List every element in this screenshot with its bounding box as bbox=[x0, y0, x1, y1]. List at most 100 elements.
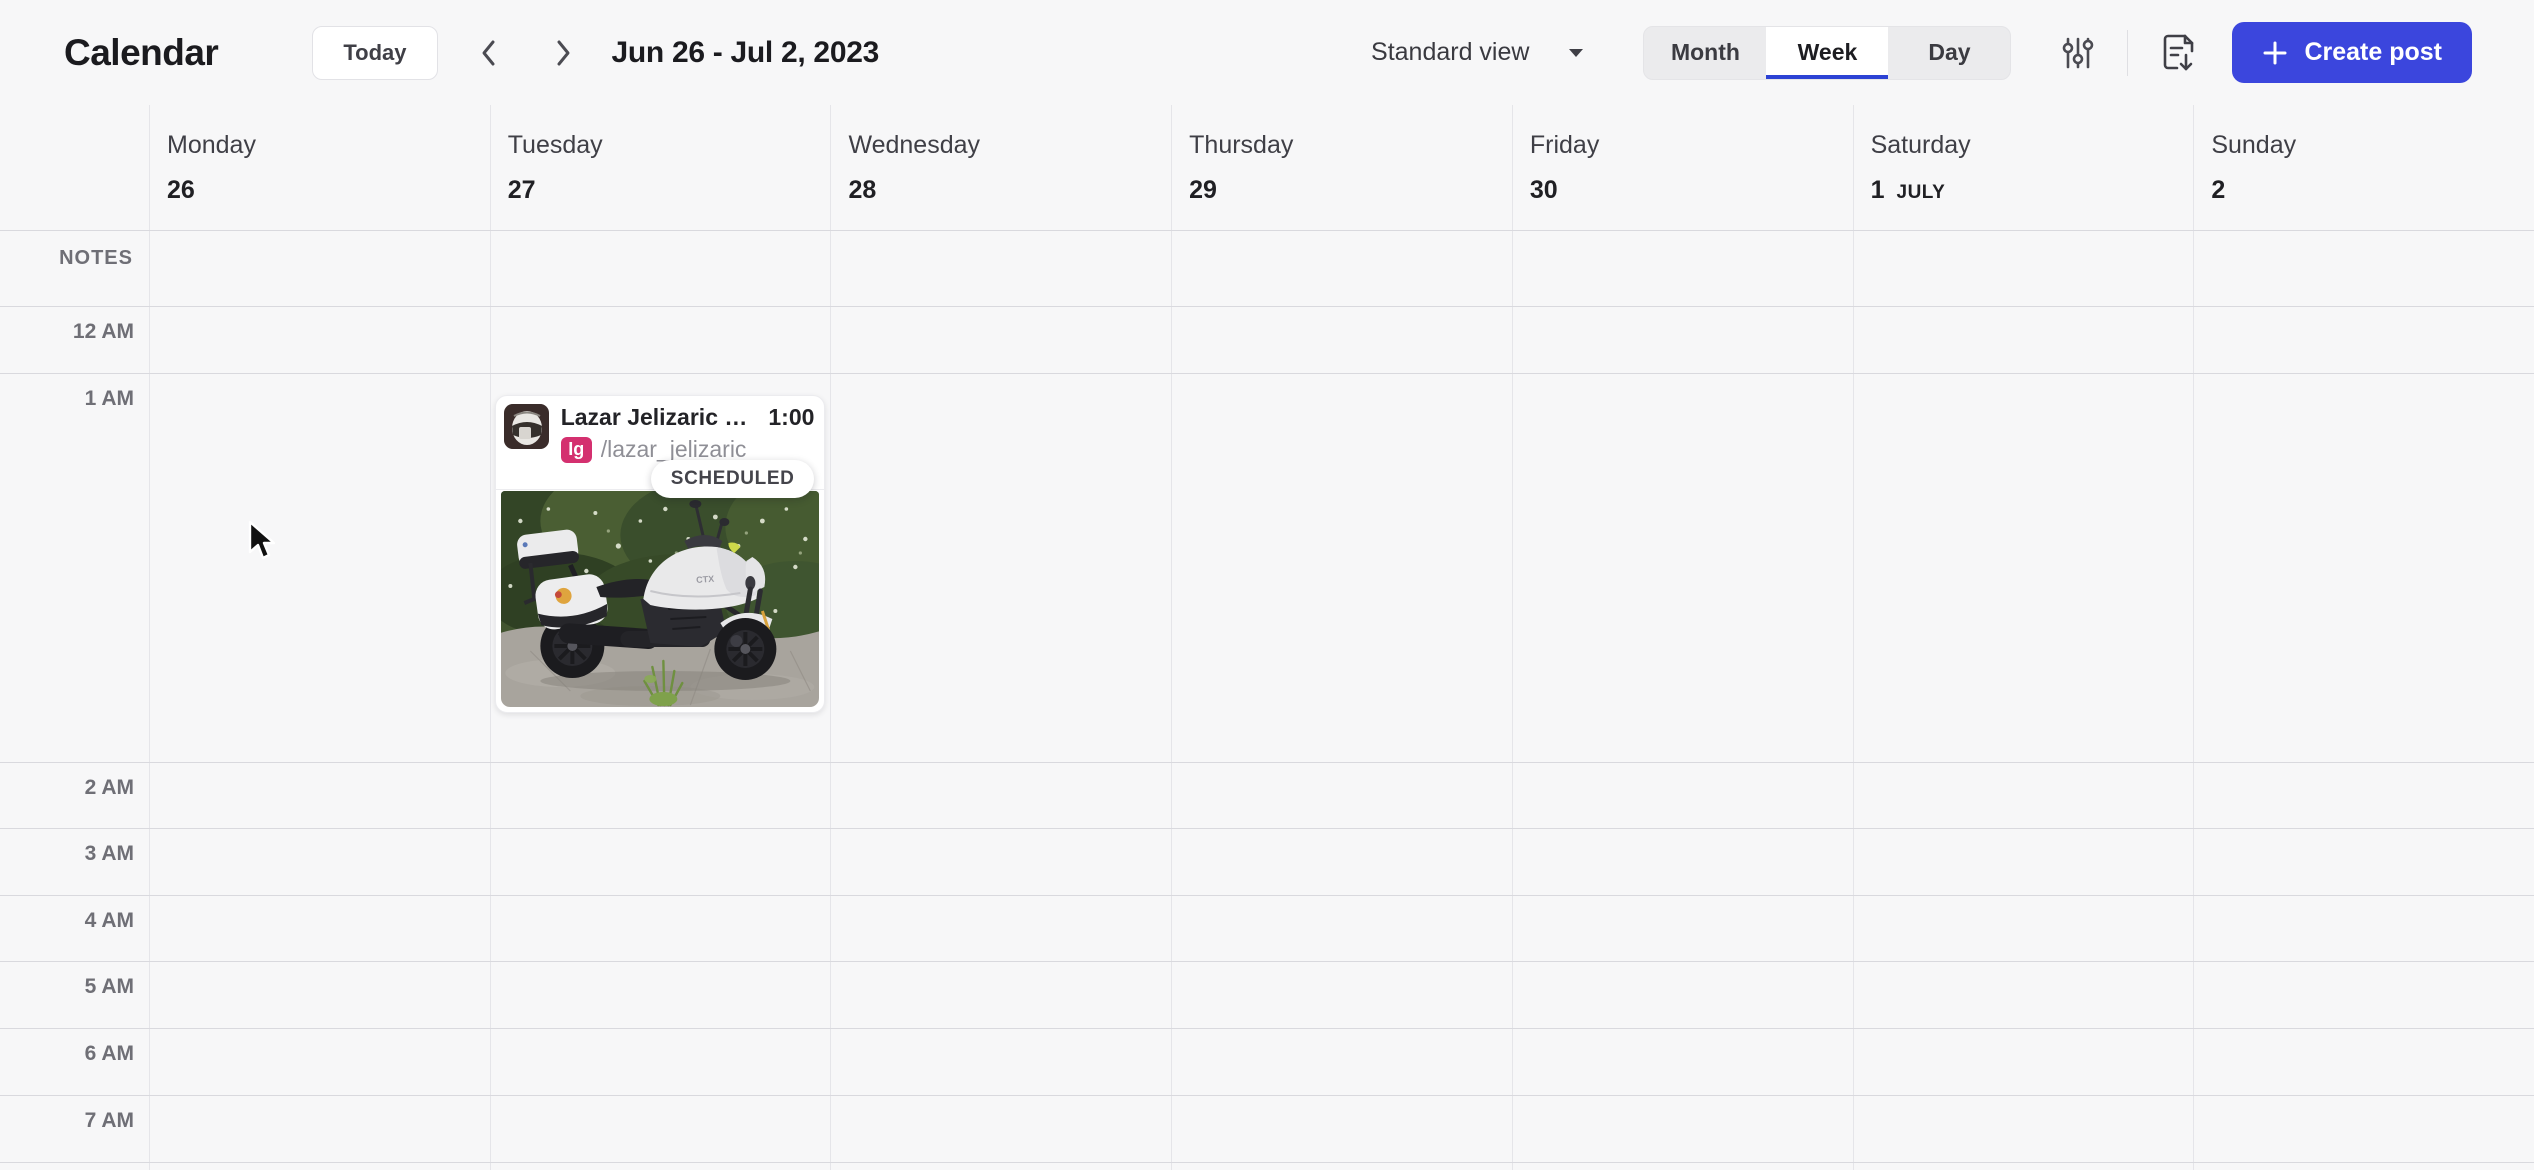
notes-cell-tuesday[interactable] bbox=[490, 231, 831, 306]
post-card[interactable]: Lazar Jelizaric Pod... 1:00 Ig /lazar_je… bbox=[495, 395, 826, 713]
toolbar-divider bbox=[2127, 30, 2128, 76]
slot-thursday-3am[interactable] bbox=[1171, 829, 1512, 895]
slot-sunday-7am[interactable] bbox=[2193, 1096, 2534, 1162]
slot-friday-6am[interactable] bbox=[1512, 1029, 1853, 1095]
slot-tuesday-12am[interactable] bbox=[490, 307, 831, 373]
day-number: 28 bbox=[848, 176, 876, 205]
slot-saturday-4am[interactable] bbox=[1853, 896, 2194, 961]
slot-friday-3am[interactable] bbox=[1512, 829, 1853, 895]
slot-thursday-6am[interactable] bbox=[1171, 1029, 1512, 1095]
slot-friday-4am[interactable] bbox=[1512, 896, 1853, 961]
notes-cell-sunday[interactable] bbox=[2193, 231, 2534, 306]
slot-tuesday-6am[interactable] bbox=[490, 1029, 831, 1095]
create-post-label: Create post bbox=[2304, 38, 2442, 67]
time-label: 1 AM bbox=[85, 374, 149, 762]
day-number: 2 bbox=[2211, 176, 2225, 205]
gutter-header bbox=[0, 105, 149, 230]
slot-wednesday-7am[interactable] bbox=[830, 1096, 1171, 1162]
slot-friday-7am[interactable] bbox=[1512, 1096, 1853, 1162]
slot-sunday-5am[interactable] bbox=[2193, 962, 2534, 1028]
slot-thursday-7am[interactable] bbox=[1171, 1096, 1512, 1162]
slot-friday-5am[interactable] bbox=[1512, 962, 1853, 1028]
slot-tuesday-4am[interactable] bbox=[490, 896, 831, 961]
slot-wednesday-6am[interactable] bbox=[830, 1029, 1171, 1095]
day-number: 1 bbox=[1871, 176, 1885, 205]
clipped-next-row bbox=[0, 1162, 2534, 1170]
notes-cell-saturday[interactable] bbox=[1853, 231, 2194, 306]
toolbar: Calendar Today Jun 26 - Jul 2, 2023 Stan… bbox=[0, 0, 2534, 105]
slot-monday-12am[interactable] bbox=[149, 307, 490, 373]
chevron-down-icon bbox=[1567, 47, 1585, 59]
slot-friday-12am[interactable] bbox=[1512, 307, 1853, 373]
slot-tuesday-1am[interactable]: Lazar Jelizaric Pod... 1:00 Ig /lazar_je… bbox=[490, 374, 831, 762]
time-label: 4 AM bbox=[85, 896, 149, 961]
slot-thursday-1am[interactable] bbox=[1171, 374, 1512, 762]
hour-row-2am: 2 AM bbox=[0, 762, 2534, 828]
notes-cell-monday[interactable] bbox=[149, 231, 490, 306]
slot-monday-7am[interactable] bbox=[149, 1096, 490, 1162]
day-header-saturday: Saturday 1JULY bbox=[1853, 105, 2194, 230]
day-header-thursday: Thursday 29 bbox=[1171, 105, 1512, 230]
notes-cell-friday[interactable] bbox=[1512, 231, 1853, 306]
day-name: Sunday bbox=[2211, 131, 2534, 160]
slot-friday-2am[interactable] bbox=[1512, 763, 1853, 828]
slot-thursday-12am[interactable] bbox=[1171, 307, 1512, 373]
tab-day[interactable]: Day bbox=[1888, 27, 2010, 79]
tab-week[interactable]: Week bbox=[1766, 27, 1888, 79]
slot-wednesday-3am[interactable] bbox=[830, 829, 1171, 895]
export-button[interactable] bbox=[2158, 31, 2196, 75]
slot-monday-1am[interactable] bbox=[149, 374, 490, 762]
chevron-right-icon bbox=[552, 38, 574, 68]
slot-monday-2am[interactable] bbox=[149, 763, 490, 828]
slot-sunday-6am[interactable] bbox=[2193, 1029, 2534, 1095]
slot-saturday-7am[interactable] bbox=[1853, 1096, 2194, 1162]
slot-tuesday-7am[interactable] bbox=[490, 1096, 831, 1162]
slot-saturday-12am[interactable] bbox=[1853, 307, 2194, 373]
slot-wednesday-1am[interactable] bbox=[830, 374, 1171, 762]
slot-wednesday-2am[interactable] bbox=[830, 763, 1171, 828]
slot-thursday-4am[interactable] bbox=[1171, 896, 1512, 961]
slot-wednesday-4am[interactable] bbox=[830, 896, 1171, 961]
motorcycle-photo: CTX bbox=[501, 491, 820, 707]
slot-saturday-5am[interactable] bbox=[1853, 962, 2194, 1028]
today-button[interactable]: Today bbox=[312, 26, 437, 80]
slot-tuesday-5am[interactable] bbox=[490, 962, 831, 1028]
notes-cell-wednesday[interactable] bbox=[830, 231, 1171, 306]
slot-saturday-6am[interactable] bbox=[1853, 1029, 2194, 1095]
slot-wednesday-12am[interactable] bbox=[830, 307, 1171, 373]
time-label: 2 AM bbox=[85, 763, 149, 828]
slot-thursday-2am[interactable] bbox=[1171, 763, 1512, 828]
slot-monday-5am[interactable] bbox=[149, 962, 490, 1028]
slot-tuesday-2am[interactable] bbox=[490, 763, 831, 828]
view-tabs: Month Week Day bbox=[1643, 26, 2011, 80]
slot-monday-3am[interactable] bbox=[149, 829, 490, 895]
slot-tuesday-3am[interactable] bbox=[490, 829, 831, 895]
slot-sunday-2am[interactable] bbox=[2193, 763, 2534, 828]
notes-cell-thursday[interactable] bbox=[1171, 231, 1512, 306]
view-selector[interactable]: Standard view bbox=[1371, 38, 1585, 67]
filter-button[interactable] bbox=[2061, 33, 2095, 73]
day-name: Monday bbox=[167, 131, 490, 160]
day-header-monday: Monday 26 bbox=[149, 105, 490, 230]
prev-week-button[interactable] bbox=[466, 30, 512, 76]
hour-row-4am: 4 AM bbox=[0, 895, 2534, 961]
slot-friday-1am[interactable] bbox=[1512, 374, 1853, 762]
slot-sunday-1am[interactable] bbox=[2193, 374, 2534, 762]
slot-saturday-3am[interactable] bbox=[1853, 829, 2194, 895]
tab-month[interactable]: Month bbox=[1644, 27, 1766, 79]
slot-saturday-1am[interactable] bbox=[1853, 374, 2194, 762]
day-name: Wednesday bbox=[848, 131, 1171, 160]
next-week-button[interactable] bbox=[540, 30, 586, 76]
slot-sunday-12am[interactable] bbox=[2193, 307, 2534, 373]
slot-wednesday-5am[interactable] bbox=[830, 962, 1171, 1028]
slot-sunday-4am[interactable] bbox=[2193, 896, 2534, 961]
hour-row-1am: 1 AM bbox=[0, 373, 2534, 762]
export-icon bbox=[2158, 31, 2196, 75]
create-post-button[interactable]: Create post bbox=[2232, 22, 2472, 83]
slot-monday-4am[interactable] bbox=[149, 896, 490, 961]
instagram-badge-icon: Ig bbox=[561, 437, 592, 463]
slot-monday-6am[interactable] bbox=[149, 1029, 490, 1095]
slot-thursday-5am[interactable] bbox=[1171, 962, 1512, 1028]
slot-sunday-3am[interactable] bbox=[2193, 829, 2534, 895]
slot-saturday-2am[interactable] bbox=[1853, 763, 2194, 828]
